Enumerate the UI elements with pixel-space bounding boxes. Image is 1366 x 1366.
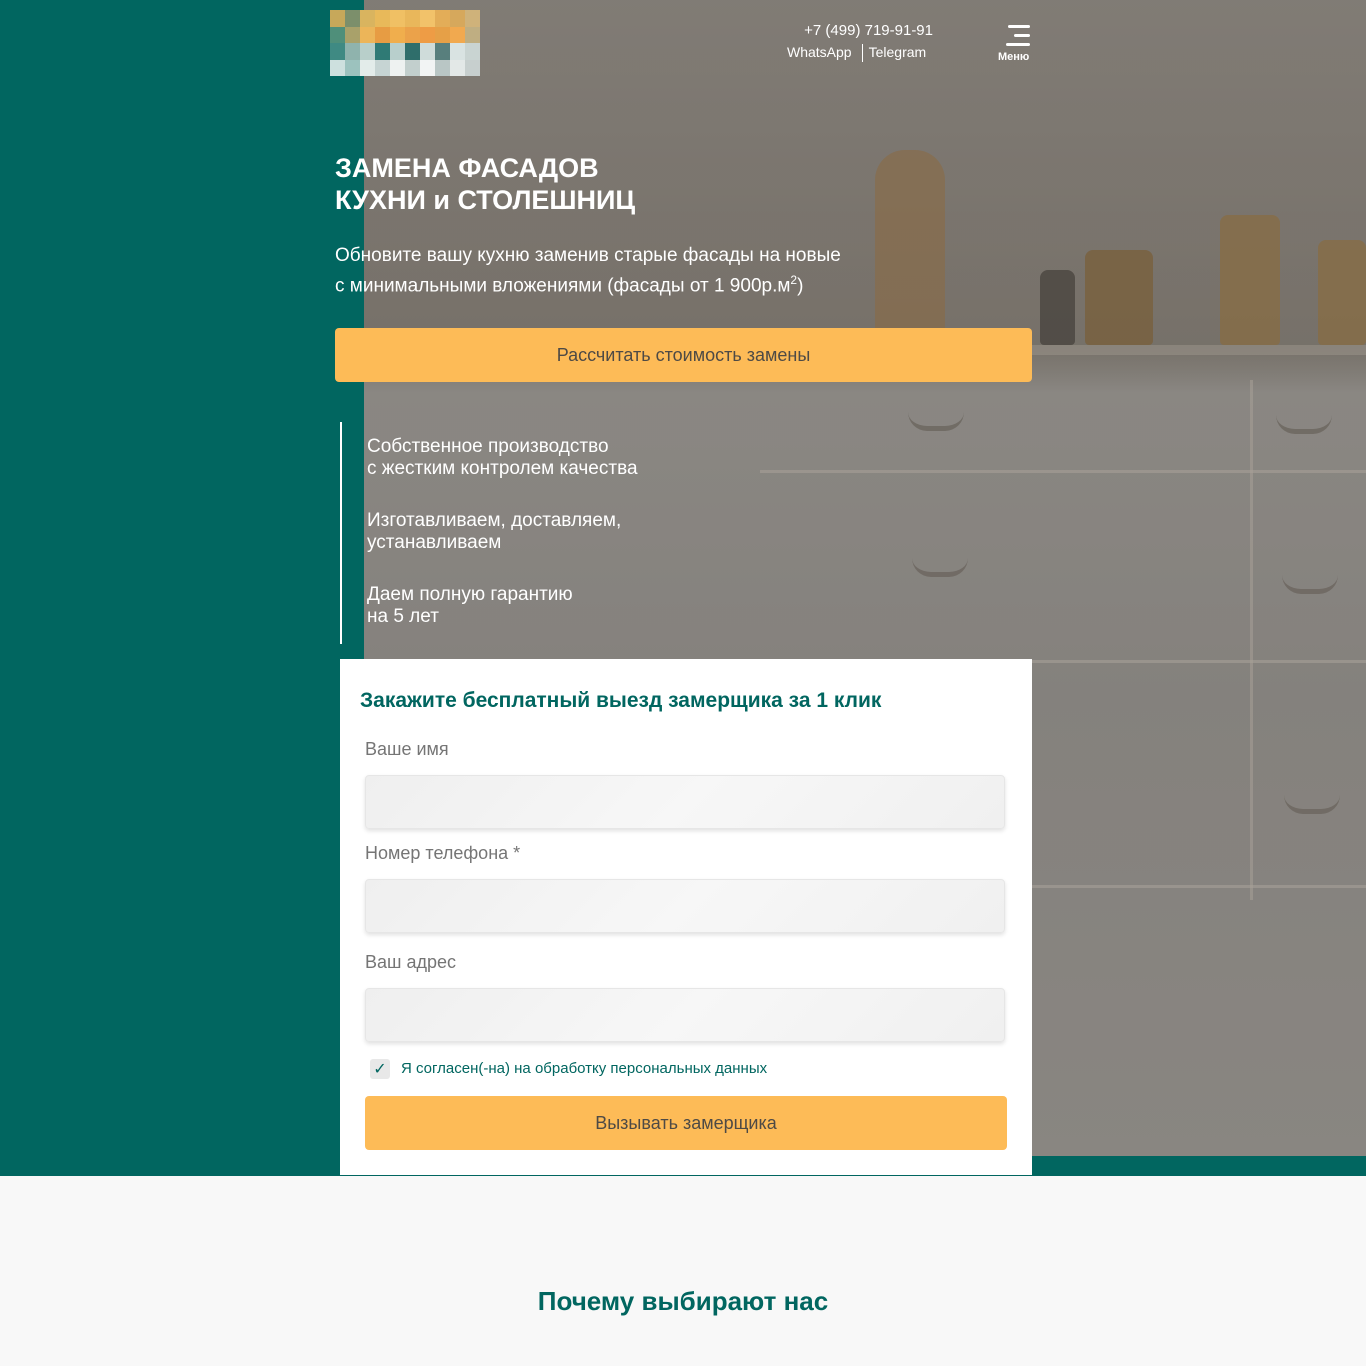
jar-image (1318, 240, 1366, 345)
measurer-request-form: Закажите бесплатный выезд замерщика за 1… (340, 659, 1032, 1175)
cabinet-line (1032, 885, 1366, 888)
hero-subtitle: Обновите вашу кухню заменив старые фасад… (335, 244, 955, 298)
feature-text: Даем полную гарантию (367, 584, 573, 605)
checkmark-icon: ✓ (373, 1061, 387, 1078)
hamburger-icon (1008, 25, 1030, 28)
feature-text: Изготавливаем, доставляем, (367, 510, 622, 531)
form-title: Закажите бесплатный выезд замерщика за 1… (360, 689, 882, 712)
why-choose-us-heading: Почему выбирают нас (537, 1286, 829, 1316)
feature-text: Собственное производство (367, 436, 609, 457)
consent-label[interactable]: Я согласен(-на) на обработку персональны… (401, 1060, 767, 1077)
address-label: Ваш адрес (365, 952, 456, 972)
jar-image (1220, 215, 1280, 345)
telegram-link[interactable]: Telegram (869, 44, 927, 62)
link-divider (861, 44, 863, 62)
subtitle-line2-text: с минимальными вложениями (фасады от 1 9… (335, 275, 791, 297)
feature-text: устанавливаем (367, 532, 502, 553)
menu-button[interactable]: Меню (996, 22, 1034, 66)
name-label: Ваше имя (365, 739, 449, 759)
cabinet-line (760, 470, 1366, 473)
feature-text: на 5 лет (367, 606, 439, 627)
whatsapp-link[interactable]: WhatsApp (787, 44, 852, 62)
messenger-links: WhatsApp Telegram (787, 44, 926, 62)
features-divider (340, 422, 342, 644)
feature-item: Даем полную гарантию на 5 лет (367, 584, 697, 628)
hamburger-icon-bar (1006, 43, 1030, 46)
page-title-line2: КУХНИ и СТОЛЕШНИЦ (335, 185, 636, 215)
company-logo[interactable] (330, 10, 480, 76)
call-measurer-button[interactable]: Вызывать замерщика (365, 1096, 1007, 1150)
phone-input[interactable] (365, 879, 1005, 933)
menu-label: Меню (998, 51, 1030, 63)
feature-text: с жестким контролем качества (367, 458, 638, 479)
phone-label: Номер телефона * (365, 843, 521, 863)
page-title: ЗАМЕНА ФАСАДОВ КУХНИ и СТОЛЕШНИЦ (335, 152, 935, 216)
jar-image (1085, 250, 1153, 345)
hamburger-icon-bar (1014, 34, 1030, 37)
address-input[interactable] (365, 988, 1005, 1042)
header-phone-link[interactable]: +7 (499) 719-91-91 (804, 22, 933, 39)
hero-section: +7 (499) 719-91-91 WhatsApp Telegram Мен… (0, 0, 1366, 1176)
calculate-cost-button[interactable]: Рассчитать стоимость замены (335, 328, 1032, 382)
consent-checkbox[interactable]: ✓ (370, 1059, 390, 1079)
page-title-line1: ЗАМЕНА ФАСАДОВ (335, 153, 599, 183)
feature-item: Изготавливаем, доставляем, устанавливаем (367, 510, 697, 554)
subtitle-line1: Обновите вашу кухню заменив старые фасад… (335, 245, 841, 266)
cabinet-line (1250, 380, 1253, 900)
name-input[interactable] (365, 775, 1005, 829)
subtitle-line2-end: ) (797, 275, 804, 297)
subtitle-line2: с минимальными вложениями (фасады от 1 9… (335, 268, 955, 298)
feature-item: Собственное производство с жестким контр… (367, 436, 697, 480)
jar-image (1040, 270, 1075, 345)
